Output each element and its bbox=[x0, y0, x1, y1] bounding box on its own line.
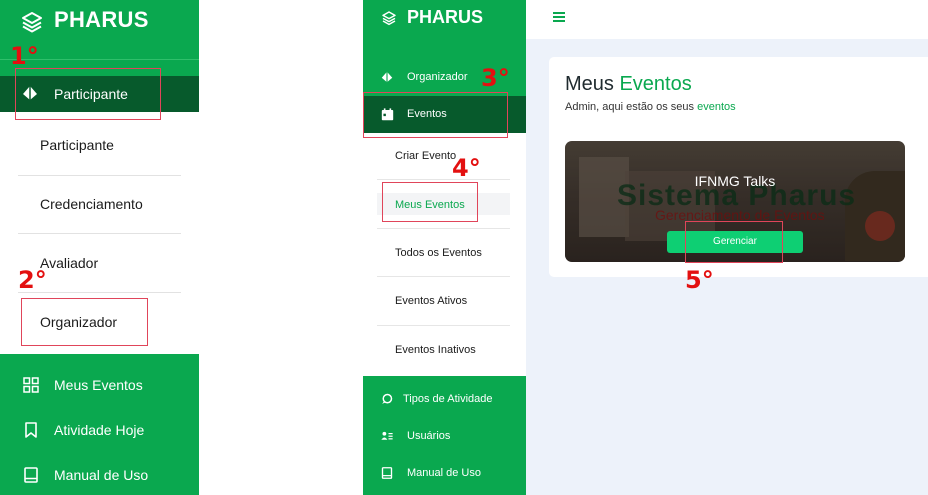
annotation-step4: 4° bbox=[452, 154, 481, 182]
brand-name: PHARUS bbox=[54, 7, 149, 32]
divider bbox=[377, 325, 510, 326]
page-title-main: Meus bbox=[565, 73, 614, 95]
divider bbox=[18, 175, 181, 176]
book-icon bbox=[381, 467, 393, 479]
layers-icon bbox=[22, 12, 42, 33]
sidebar-item-label: Atividade Hoje bbox=[54, 422, 145, 438]
page-subtitle: Admin, aqui estão os seus eventos bbox=[565, 101, 736, 113]
brand-name: PHARUS bbox=[407, 7, 484, 27]
divider bbox=[377, 276, 510, 277]
annotation-box-step3 bbox=[363, 92, 508, 138]
sail-icon bbox=[381, 71, 393, 83]
sidebar-item-label: Manual de Uso bbox=[407, 467, 481, 479]
submenu-item-label: Credenciamento bbox=[40, 196, 143, 212]
page-subtitle-accent: eventos bbox=[697, 101, 736, 113]
annotation-step2: 2° bbox=[18, 266, 47, 294]
sidebar-item-tipos-de-atividade[interactable]: Tipos de Atividade bbox=[363, 392, 526, 408]
hamburger-menu-icon[interactable] bbox=[553, 12, 565, 22]
sidebar-brand: PHARUS bbox=[363, 0, 526, 48]
divider bbox=[377, 228, 510, 229]
sidebar-item-meus-eventos[interactable]: Meus Eventos bbox=[0, 374, 199, 398]
sidebar-item-usuarios[interactable]: Usuários bbox=[363, 429, 526, 445]
annotation-box-step4 bbox=[382, 182, 478, 222]
sidebar-item-label: Meus Eventos bbox=[54, 377, 143, 393]
annotation-step1: 1° bbox=[10, 42, 39, 70]
sidebar-item-label: Organizador bbox=[407, 71, 468, 83]
chat-icon bbox=[382, 393, 393, 404]
submenu-item-label: Eventos Inativos bbox=[395, 344, 476, 356]
divider bbox=[377, 179, 510, 180]
top-bar bbox=[526, 0, 928, 39]
users-icon bbox=[381, 431, 393, 440]
sidebar-item-label: Usuários bbox=[407, 430, 451, 442]
annotation-box-step2 bbox=[21, 298, 148, 346]
submenu-item-label: Participante bbox=[40, 137, 114, 153]
submenu-item-label: Eventos Ativos bbox=[395, 295, 468, 307]
layers-icon bbox=[382, 11, 396, 26]
sidebar-item-label: Tipos de Atividade bbox=[403, 393, 493, 405]
annotation-step3: 3° bbox=[481, 64, 510, 92]
bookmark-icon bbox=[25, 422, 37, 438]
annotation-box-step1 bbox=[15, 68, 161, 120]
page-title-accent: Eventos bbox=[619, 73, 692, 95]
submenu-item-label: Avaliador bbox=[40, 255, 99, 271]
annotation-step5: 5° bbox=[685, 266, 714, 294]
sidebar-bottom-menu: Tipos de Atividade Usuários Manual de Us… bbox=[363, 376, 526, 495]
submenu-item-label: Criar Evento bbox=[395, 150, 457, 162]
submenu-item-label: Todos os Eventos bbox=[395, 247, 482, 259]
page-subtitle-main: Admin, aqui estão os seus bbox=[565, 101, 695, 113]
sidebar-item-manual-de-uso[interactable]: Manual de Uso bbox=[363, 466, 526, 482]
sidebar-bottom-menu: Meus Eventos Atividade Hoje Manual de Us… bbox=[0, 354, 199, 495]
sidebar-item-manual-de-uso[interactable]: Manual de Uso bbox=[0, 464, 199, 488]
sidebar-item-label: Manual de Uso bbox=[54, 467, 149, 483]
page-title: Meus Eventos bbox=[565, 73, 692, 96]
book-icon bbox=[24, 467, 38, 483]
sidebar-item-atividade-hoje[interactable]: Atividade Hoje bbox=[0, 419, 199, 443]
grid-icon bbox=[23, 377, 39, 393]
divider bbox=[18, 233, 181, 234]
annotation-box-step5 bbox=[685, 221, 783, 263]
event-name: IFNMG Talks bbox=[694, 173, 776, 189]
